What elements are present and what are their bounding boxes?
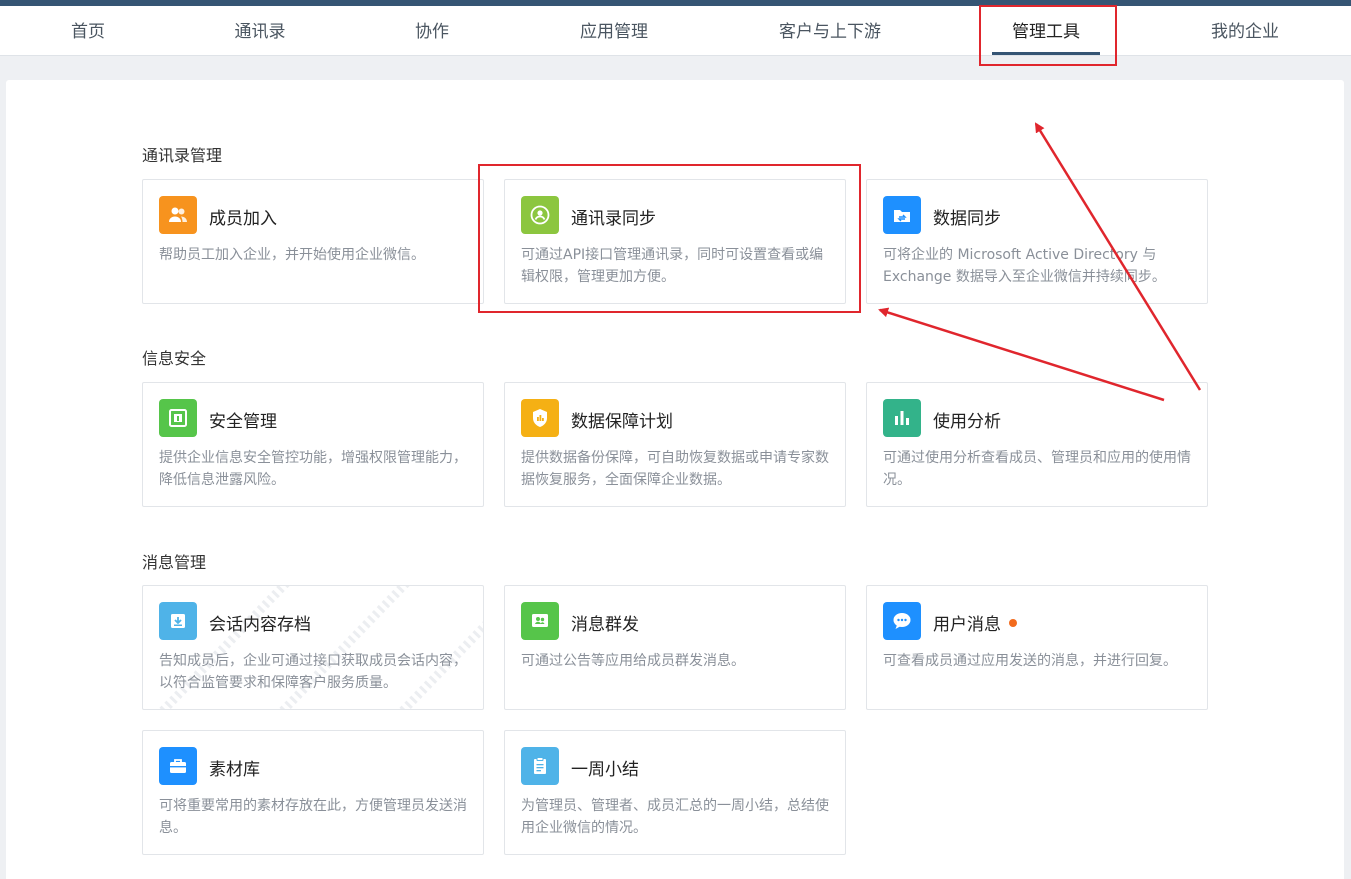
card-contacts-sync[interactable]: 通讯录同步 可通过API接口管理通讯录，同时可设置查看或编辑权限，管理更加方便。 <box>504 179 846 304</box>
card-title: 通讯录同步 <box>571 209 656 229</box>
nav-active-underline <box>992 52 1100 55</box>
archive-icon <box>159 602 197 640</box>
nav-home[interactable]: 首页 <box>48 6 128 56</box>
bar-chart-icon <box>883 399 921 437</box>
card-description: 可将重要常用的素材存放在此，方便管理员发送消息。 <box>159 798 467 836</box>
card-title: 数据同步 <box>933 209 1001 229</box>
nav-my-enterprise[interactable]: 我的企业 <box>1195 6 1295 56</box>
sync-contacts-icon <box>521 196 559 234</box>
card-title: 数据保障计划 <box>571 412 673 432</box>
card-title: 用户消息 <box>933 610 1017 635</box>
card-description: 告知成员后，企业可通过接口获取成员会话内容，以符合监管要求和保障客户服务质量。 <box>159 653 467 691</box>
card-description: 为管理员、管理者、成员汇总的一周小结，总结使用企业微信的情况。 <box>521 798 829 836</box>
card-description: 可通过使用分析查看成员、管理员和应用的使用情况。 <box>883 450 1191 488</box>
card-title: 安全管理 <box>209 412 277 432</box>
card-title: 一周小结 <box>571 760 639 780</box>
card-usage-analysis[interactable]: 使用分析 可通过使用分析查看成员、管理员和应用的使用情况。 <box>866 382 1208 507</box>
briefcase-icon <box>159 747 197 785</box>
card-description: 可将企业的 Microsoft Active Directory 与 Excha… <box>883 247 1166 285</box>
safe-icon <box>159 399 197 437</box>
nav-admin-tools[interactable]: 管理工具 <box>996 6 1096 56</box>
card-title: 素材库 <box>209 760 260 780</box>
card-data-sync[interactable]: 数据同步 可将企业的 Microsoft Active Directory 与 … <box>866 179 1208 304</box>
card-description: 帮助员工加入企业，并开始使用企业微信。 <box>159 247 425 263</box>
card-title: 使用分析 <box>933 412 1001 432</box>
members-icon <box>159 196 197 234</box>
nav-contacts[interactable]: 通讯录 <box>220 6 300 56</box>
card-member-join[interactable]: 成员加入 帮助员工加入企业，并开始使用企业微信。 <box>142 179 484 304</box>
card-data-protection[interactable]: 数据保障计划 提供数据备份保障，可自助恢复数据或申请专家数据恢复服务，全面保障企… <box>504 382 846 507</box>
section-title-contacts: 通讯录管理 <box>142 146 223 165</box>
shield-icon <box>521 399 559 437</box>
card-title-text: 用户消息 <box>933 615 1001 635</box>
card-material-library[interactable]: 素材库 可将重要常用的素材存放在此，方便管理员发送消息。 <box>142 730 484 855</box>
card-weekly-summary[interactable]: 一周小结 为管理员、管理者、成员汇总的一周小结，总结使用企业微信的情况。 <box>504 730 846 855</box>
section-title-security: 信息安全 <box>142 349 207 368</box>
card-description: 可通过API接口管理通讯录，同时可设置查看或编辑权限，管理更加方便。 <box>521 247 824 285</box>
card-description: 提供企业信息安全管控功能，增强权限管理能力，降低信息泄露风险。 <box>159 450 467 488</box>
nav-customers-partners[interactable]: 客户与上下游 <box>770 6 890 56</box>
unread-dot <box>1009 619 1017 627</box>
card-title: 消息群发 <box>571 615 639 635</box>
card-user-messages[interactable]: 用户消息 可查看成员通过应用发送的消息，并进行回复。 <box>866 585 1208 710</box>
card-security-management[interactable]: 安全管理 提供企业信息安全管控功能，增强权限管理能力，降低信息泄露风险。 <box>142 382 484 507</box>
top-nav: 首页 通讯录 协作 应用管理 客户与上下游 管理工具 我的企业 <box>0 6 1351 56</box>
section-title-messages: 消息管理 <box>142 553 207 572</box>
card-mass-message[interactable]: 消息群发 可通过公告等应用给成员群发消息。 <box>504 585 846 710</box>
nav-app-management[interactable]: 应用管理 <box>564 6 664 56</box>
broadcast-icon <box>521 602 559 640</box>
card-title: 会话内容存档 <box>209 615 311 635</box>
card-title: 成员加入 <box>209 209 277 229</box>
clipboard-icon <box>521 747 559 785</box>
card-description: 提供数据备份保障，可自助恢复数据或申请专家数据恢复服务，全面保障企业数据。 <box>521 450 829 488</box>
card-chat-archive[interactable]: 会话内容存档 告知成员后，企业可通过接口获取成员会话内容，以符合监管要求和保障客… <box>142 585 484 710</box>
nav-collaboration[interactable]: 协作 <box>392 6 472 56</box>
card-description: 可查看成员通过应用发送的消息，并进行回复。 <box>883 653 1177 669</box>
card-description: 可通过公告等应用给成员群发消息。 <box>521 653 745 669</box>
chat-bubble-icon <box>883 602 921 640</box>
folder-sync-icon <box>883 196 921 234</box>
